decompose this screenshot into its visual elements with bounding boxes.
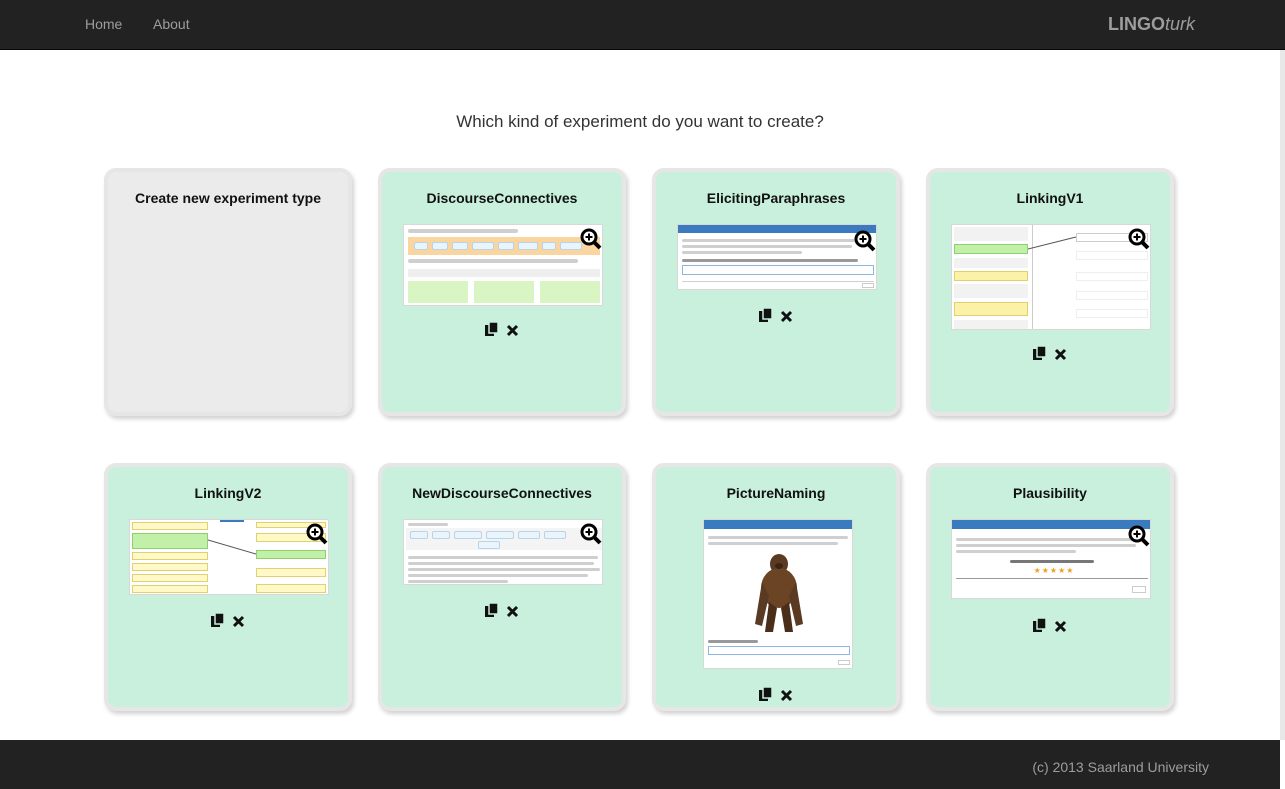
copy-icon[interactable] bbox=[1032, 345, 1047, 364]
card-title: Create new experiment type bbox=[135, 190, 321, 206]
preview-thumbnail[interactable]: ★★★★★ bbox=[951, 519, 1151, 599]
gorilla-image bbox=[755, 554, 803, 632]
zoom-icon[interactable] bbox=[1128, 525, 1150, 547]
experiment-card-linkingv2[interactable]: LinkingV2 bbox=[104, 463, 352, 711]
copy-icon[interactable] bbox=[1032, 617, 1047, 636]
card-title: Plausibility bbox=[1013, 485, 1087, 501]
card-title: NewDiscourseConnectives bbox=[412, 485, 592, 501]
zoom-icon[interactable] bbox=[306, 523, 328, 545]
zoom-icon[interactable] bbox=[1128, 228, 1150, 250]
card-actions bbox=[656, 686, 896, 705]
scrollbar[interactable] bbox=[1280, 50, 1285, 740]
card-title: LinkingV1 bbox=[1016, 190, 1084, 206]
copy-icon[interactable] bbox=[210, 612, 225, 631]
experiment-card-elicitingparaphrases[interactable]: ElicitingParaphrases bbox=[652, 168, 900, 416]
navbar: Home About LINGOturk bbox=[0, 0, 1285, 50]
preview-thumbnail[interactable] bbox=[403, 519, 603, 585]
copy-icon[interactable] bbox=[758, 686, 773, 705]
footer: (c) 2013 Saarland University bbox=[0, 740, 1280, 789]
preview-thumbnail[interactable] bbox=[129, 519, 329, 595]
card-actions bbox=[656, 307, 896, 326]
card-title: DiscourseConnectives bbox=[426, 190, 578, 206]
zoom-icon[interactable] bbox=[580, 228, 602, 250]
card-actions bbox=[930, 617, 1170, 636]
experiment-card-plausibility[interactable]: Plausibility ★★★★★ bbox=[926, 463, 1174, 711]
copy-icon[interactable] bbox=[758, 307, 773, 326]
brand-logo[interactable]: LINGOturk bbox=[1108, 14, 1195, 35]
experiment-card-discourseconnectives[interactable]: DiscourseConnectives bbox=[378, 168, 626, 416]
nav-home-link[interactable]: Home bbox=[85, 16, 122, 32]
experiment-card-newdiscourseconnectives[interactable]: NewDiscourseConnectives bbox=[378, 463, 626, 711]
brand-bold: LINGO bbox=[1107, 14, 1165, 34]
brand-italic: turk bbox=[1164, 14, 1195, 34]
preview-thumbnail[interactable] bbox=[677, 224, 877, 290]
copy-icon[interactable] bbox=[484, 321, 499, 340]
create-new-card[interactable]: Create new experiment type bbox=[104, 168, 352, 416]
preview-thumbnail[interactable] bbox=[951, 224, 1151, 330]
card-title: ElicitingParaphrases bbox=[706, 190, 846, 206]
preview-thumbnail[interactable] bbox=[403, 224, 603, 306]
nav-about-link[interactable]: About bbox=[153, 16, 190, 32]
zoom-icon[interactable] bbox=[580, 523, 602, 545]
page-heading: Which kind of experiment do you want to … bbox=[456, 112, 824, 131]
card-actions bbox=[930, 345, 1170, 364]
experiment-card-linkingv1[interactable]: LinkingV1 bbox=[926, 168, 1174, 416]
delete-icon[interactable] bbox=[506, 324, 519, 340]
card-actions bbox=[382, 602, 622, 621]
delete-icon[interactable] bbox=[780, 689, 793, 705]
preview-thumbnail[interactable] bbox=[703, 519, 853, 669]
card-title: PictureNaming bbox=[726, 485, 826, 501]
delete-icon[interactable] bbox=[506, 605, 519, 621]
delete-icon[interactable] bbox=[232, 615, 245, 631]
delete-icon[interactable] bbox=[1054, 620, 1067, 636]
card-title: LinkingV2 bbox=[194, 485, 262, 501]
delete-icon[interactable] bbox=[780, 310, 793, 326]
copyright-text: (c) 2013 Saarland University bbox=[1032, 759, 1209, 775]
zoom-icon[interactable] bbox=[854, 230, 876, 252]
card-actions bbox=[108, 612, 348, 631]
copy-icon[interactable] bbox=[484, 602, 499, 621]
experiment-card-picturenaming[interactable]: PictureNaming bbox=[652, 463, 900, 711]
card-actions bbox=[382, 321, 622, 340]
delete-icon[interactable] bbox=[1054, 348, 1067, 364]
